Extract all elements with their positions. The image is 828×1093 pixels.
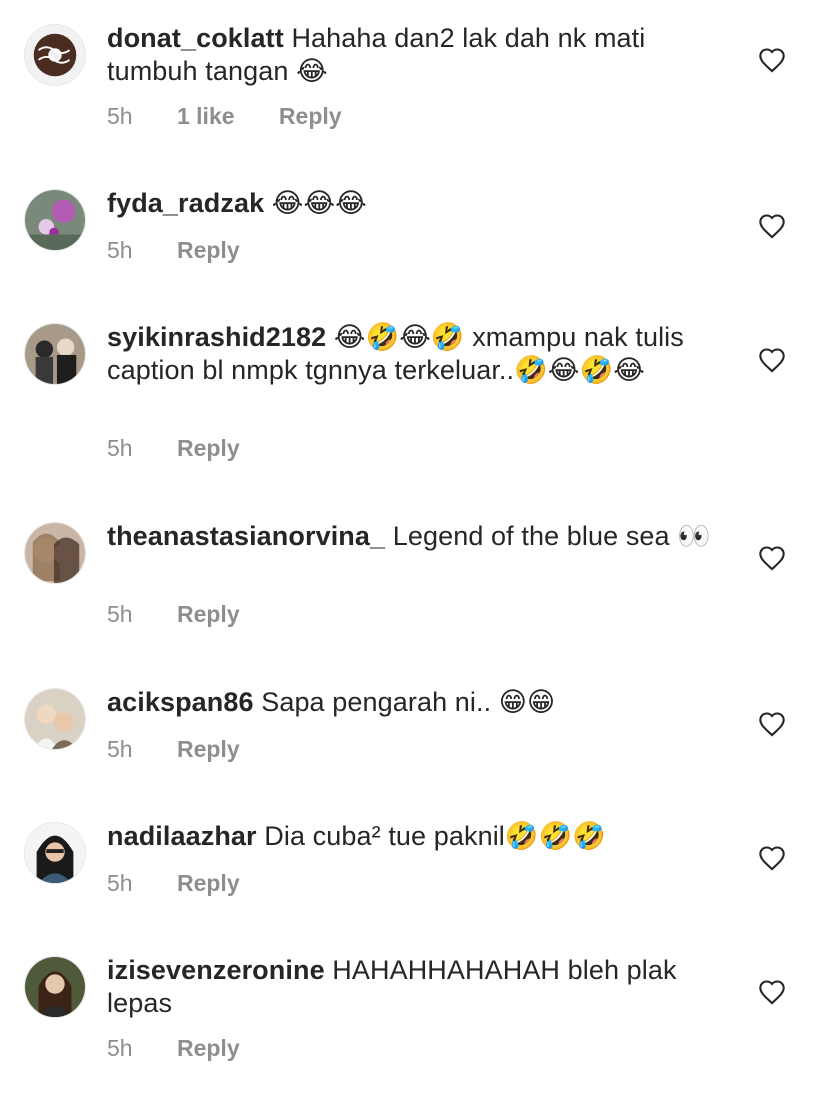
comment-body: izisevenzeronine HAHAHHAHAHAH bleh plak … <box>107 954 727 1020</box>
heart-outline-icon[interactable] <box>758 347 786 373</box>
comment-username[interactable]: syikinrashid2182 <box>107 322 326 352</box>
comment-username[interactable]: acikspan86 <box>107 687 254 717</box>
reply-button[interactable]: Reply <box>177 736 240 762</box>
avatar[interactable] <box>24 24 86 86</box>
comment-meta: 5h Reply <box>107 736 278 763</box>
comment-username[interactable]: theanastasianorvina_ <box>107 521 385 551</box>
comment-meta: 5h Reply <box>107 237 278 264</box>
avatar[interactable] <box>24 323 86 385</box>
avatar[interactable] <box>24 688 86 750</box>
comment-text: Sapa pengarah ni.. 😁😁 <box>261 687 556 717</box>
comment-meta: 5h Reply <box>107 601 278 628</box>
comment-meta: 5h Reply <box>107 1035 278 1062</box>
avatar[interactable] <box>24 189 86 251</box>
comment-body: syikinrashid2182 😂🤣😂🤣 xmampu nak tulis c… <box>107 321 727 387</box>
comment-username[interactable]: nadilaazhar <box>107 821 257 851</box>
comment-body: donat_coklatt Hahaha dan2 lak dah nk mat… <box>107 22 727 88</box>
comment-meta: 5h Reply <box>107 870 278 897</box>
comment-username[interactable]: donat_coklatt <box>107 23 284 53</box>
reply-button[interactable]: Reply <box>177 237 240 263</box>
heart-outline-icon[interactable] <box>758 545 786 571</box>
comment-time: 5h <box>107 435 133 461</box>
heart-outline-icon[interactable] <box>758 711 786 737</box>
comment-time: 5h <box>107 103 133 129</box>
avatar[interactable] <box>24 956 86 1018</box>
heart-outline-icon[interactable] <box>758 845 786 871</box>
reply-button[interactable]: Reply <box>177 435 240 461</box>
reply-button[interactable]: Reply <box>177 601 240 627</box>
comment-username[interactable]: izisevenzeronine <box>107 955 325 985</box>
comment-time: 5h <box>107 601 133 627</box>
comment-time: 5h <box>107 1035 133 1061</box>
comment-body: theanastasianorvina_ Legend of the blue … <box>107 520 727 553</box>
heart-outline-icon[interactable] <box>758 213 786 239</box>
comment-body: nadilaazhar Dia cuba² tue paknil🤣🤣🤣 <box>107 820 727 853</box>
avatar[interactable] <box>24 522 86 584</box>
comment-meta: 5h 1 like Reply <box>107 103 380 130</box>
comment-time: 5h <box>107 736 133 762</box>
heart-outline-icon[interactable] <box>758 979 786 1005</box>
comment-time: 5h <box>107 237 133 263</box>
comment-time: 5h <box>107 870 133 896</box>
comment-username[interactable]: fyda_radzak <box>107 188 264 218</box>
comment-body: fyda_radzak 😂😂😂 <box>107 187 727 220</box>
comment-text: Legend of the blue sea 👀 <box>392 521 711 551</box>
avatar[interactable] <box>24 822 86 884</box>
heart-outline-icon[interactable] <box>758 47 786 73</box>
comment-body: acikspan86 Sapa pengarah ni.. 😁😁 <box>107 686 727 719</box>
comment-list: donat_coklatt Hahaha dan2 lak dah nk mat… <box>0 0 828 1093</box>
comment-text: Dia cuba² tue paknil🤣🤣🤣 <box>264 821 607 851</box>
comment-meta: 5h Reply <box>107 435 278 462</box>
reply-button[interactable]: Reply <box>279 103 342 129</box>
comment-text: 😂😂😂 <box>271 188 367 218</box>
reply-button[interactable]: Reply <box>177 1035 240 1061</box>
comment-likes[interactable]: 1 like <box>177 103 235 129</box>
reply-button[interactable]: Reply <box>177 870 240 896</box>
